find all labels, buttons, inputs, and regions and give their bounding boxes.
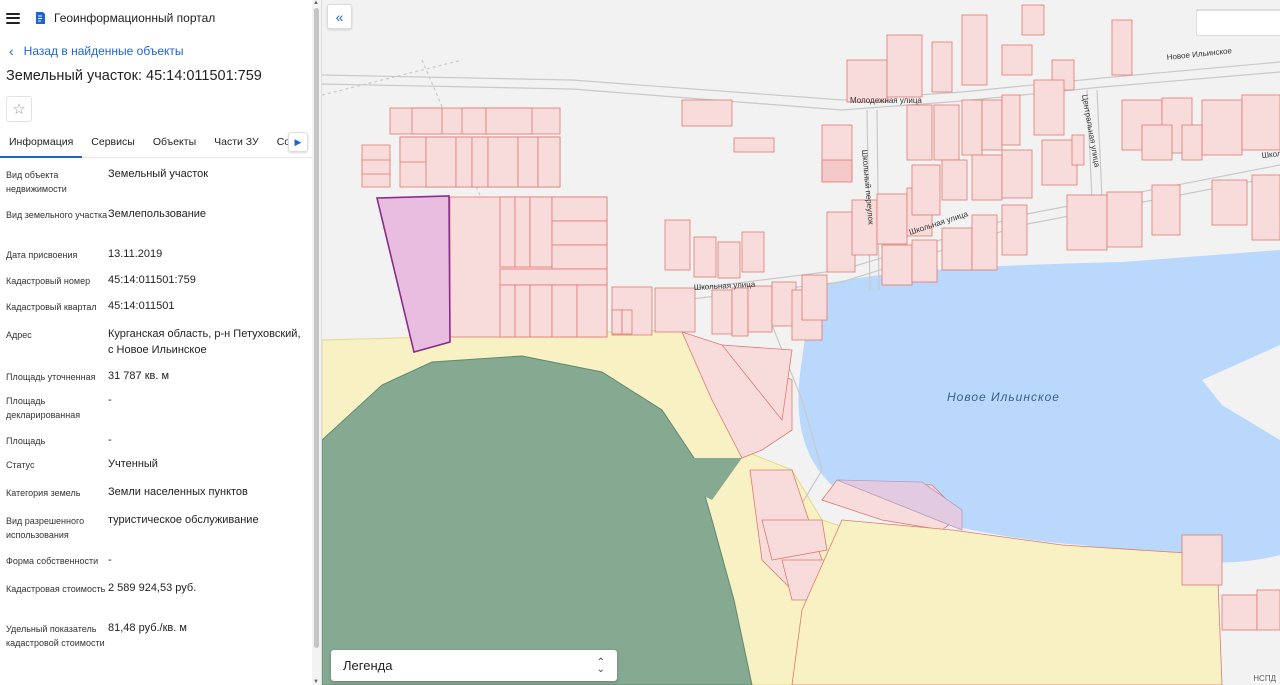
- property-value: 13.11.2019: [108, 248, 163, 260]
- property-key: Площадь уточненная: [6, 372, 96, 382]
- back-to-results-link[interactable]: ‹ Назад в найденные объекты: [0, 40, 321, 62]
- property-value: 2 589 924,53 руб.: [108, 582, 197, 594]
- object-title: Земельный участок: 45:14:011501:759: [6, 68, 262, 84]
- portal-logo-icon: [36, 12, 45, 24]
- property-value: Землепользование: [108, 208, 207, 220]
- property-key: Дата присвоения: [6, 250, 78, 260]
- property-row: Вид объекта недвижимости Земельный участ…: [0, 166, 321, 206]
- top-bar: Геоинформационный портал: [0, 0, 321, 36]
- legend-label: Легенда: [343, 658, 393, 673]
- scrollbar-thumb[interactable]: [314, 8, 319, 648]
- tab-objects[interactable]: Объекты: [144, 132, 205, 158]
- property-value: -: [108, 394, 112, 406]
- property-key: Удельный показатель кадастровой стоимост…: [6, 624, 105, 648]
- map-canvas[interactable]: Молодежная улица Новое Ильинское Централ…: [322, 0, 1280, 685]
- property-value: 45:14:011501: [108, 300, 175, 312]
- property-row: Площадь уточненная 31 787 кв. м: [0, 368, 321, 392]
- property-key: Форма собственности: [6, 556, 99, 566]
- property-value: туристическое обслуживание: [108, 514, 259, 526]
- scroll-up-icon[interactable]: ▲: [313, 0, 319, 6]
- selected-parcel: [375, 195, 451, 353]
- property-key: Категория земель: [6, 488, 81, 498]
- property-row: Площадь декларированная -: [0, 392, 321, 432]
- property-row: Кадастровый номер 45:14:011501:759: [0, 272, 321, 298]
- lake-label: Новое Ильинское: [947, 390, 1060, 404]
- map-search-input[interactable]: [1196, 10, 1280, 36]
- property-value: Курганская область, р-н Петуховский, с Н…: [108, 328, 301, 356]
- street-label-shkolnaya-east: Школ: [1261, 149, 1280, 160]
- map-credit: НСПД: [1251, 674, 1278, 683]
- property-row: Площадь -: [0, 432, 321, 456]
- property-value: Земельный участок: [108, 168, 209, 180]
- app-title[interactable]: Геоинформационный портал: [54, 11, 215, 25]
- menu-icon[interactable]: [6, 12, 20, 24]
- property-key: Кадастровая стоимость: [6, 584, 106, 594]
- tab-parcel-parts[interactable]: Части ЗУ: [205, 132, 268, 158]
- property-row: Вид земельного участка Землепользование: [0, 206, 321, 246]
- property-row: Кадастровая стоимость 2 589 924,53 руб.: [0, 580, 321, 620]
- property-row: Категория земель Земли населенных пункто…: [0, 484, 321, 512]
- property-key: Кадастровый квартал: [6, 302, 97, 312]
- favorite-star-icon[interactable]: ☆: [6, 96, 32, 122]
- street-label-molodezhnaya: Молодежная улица: [850, 96, 922, 105]
- panel-scrollbar[interactable]: ▲ ▼: [312, 0, 321, 685]
- street-label-novoe-ilinskoe: Новое Ильинское: [1166, 46, 1233, 62]
- property-row: Кадастровый квартал 45:14:011501: [0, 298, 321, 326]
- chevron-left-icon: ‹: [9, 43, 14, 59]
- property-row: Статус Учтенный: [0, 456, 321, 484]
- property-key: Адрес: [6, 330, 32, 340]
- tabs-scroll-right-icon[interactable]: ▶: [288, 132, 308, 152]
- property-value: 81,48 руб./кв. м: [108, 622, 187, 634]
- property-value: 31 787 кв. м: [108, 370, 170, 382]
- scroll-down-icon[interactable]: ▼: [313, 679, 319, 685]
- property-key: Вид разрешенного использования: [6, 516, 85, 540]
- property-row: Адрес Курганская область, р-н Петуховски…: [0, 326, 321, 368]
- property-row: Форма собственности -: [0, 552, 321, 580]
- tab-information[interactable]: Информация: [0, 132, 83, 158]
- tab-services[interactable]: Сервисы: [82, 132, 144, 158]
- legend-dropdown[interactable]: Легенда ⌃ ⌄: [331, 650, 617, 681]
- property-row: Удельный показатель кадастровой стоимост…: [0, 620, 321, 666]
- app-window: Геоинформационный портал ‹ Назад в найде…: [0, 0, 1280, 685]
- property-row: Вид разрешенного использования туристиче…: [0, 512, 321, 552]
- property-value: -: [108, 434, 112, 446]
- property-value: Земли населенных пунктов: [108, 486, 248, 498]
- collapse-panel-button[interactable]: «: [327, 4, 352, 29]
- property-value: Учтенный: [108, 458, 158, 470]
- property-key: Кадастровый номер: [6, 276, 91, 286]
- property-key: Вид земельного участка: [6, 210, 108, 220]
- property-value: -: [108, 554, 112, 566]
- property-key: Площадь: [6, 436, 46, 446]
- property-value: 45:14:011501:759: [108, 274, 196, 286]
- property-list: Вид объекта недвижимости Земельный участ…: [0, 158, 321, 666]
- back-link-label: Назад в найденные объекты: [23, 44, 184, 58]
- info-tabs: Информация Сервисы Объекты Части ЗУ Сост…: [0, 132, 321, 158]
- property-key: Площадь декларированная: [6, 396, 81, 420]
- cadastral-map[interactable]: Молодежная улица Новое Ильинское Централ…: [322, 0, 1280, 685]
- property-key: Статус: [6, 460, 35, 470]
- property-row: Дата присвоения 13.11.2019: [0, 246, 321, 272]
- object-info-panel: Геоинформационный портал ‹ Назад в найде…: [0, 0, 322, 685]
- chevron-updown-icon: ⌃ ⌄: [596, 656, 605, 675]
- property-key: Вид объекта недвижимости: [6, 170, 67, 194]
